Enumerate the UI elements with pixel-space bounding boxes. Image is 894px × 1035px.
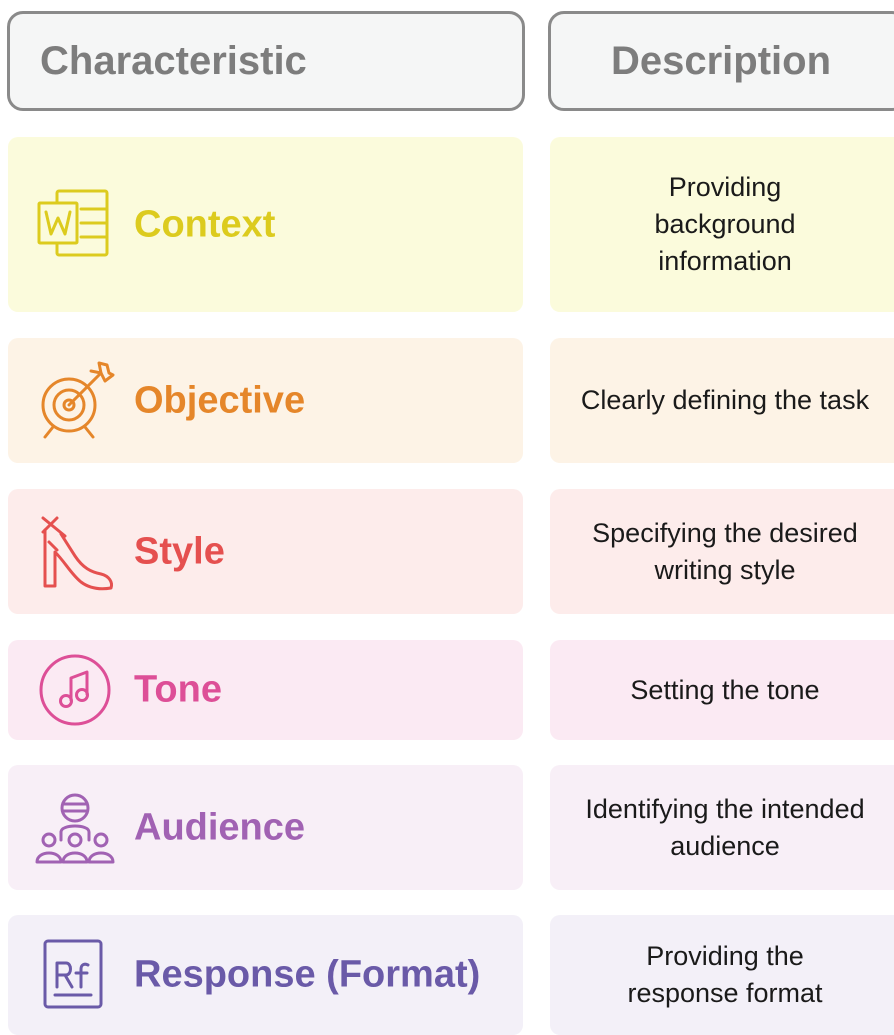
header-characteristic: Characteristic [7,11,525,111]
characteristic-cell: Audience [8,765,523,890]
row-style: Style Specifying the desired writing sty… [0,489,894,614]
description-text: Setting the tone [630,674,820,705]
characteristic-cell: Style [8,489,523,614]
description-cell: Providing background information [550,137,894,312]
characteristic-label: Context [134,203,276,245]
characteristic-cell: Context [8,137,523,312]
row-objective: Objective Clearly defining the task [0,338,894,463]
description-cell: Clearly defining the task [550,338,894,463]
characteristic-label: Style [134,530,225,572]
description-cell: Providing the response format [550,915,894,1035]
characteristic-label: Response (Format) [134,953,481,996]
characteristic-cell: Response (Format) [8,915,523,1035]
description-text: Clearly defining the task [580,385,870,415]
description-cell: Identifying the intended audience [550,765,894,890]
description-text: Providing the response format [627,941,823,1008]
description-cell: Specifying the desired writing style [550,489,894,614]
target-arrow-icon [32,358,118,444]
row-context: Context Providing background information [0,137,894,312]
characteristic-label: Objective [134,379,306,421]
characteristic-cell: Tone [8,640,523,740]
header-description-label: Description [610,38,832,83]
high-heel-shoe-icon [32,509,118,595]
rf-format-icon [32,932,118,1018]
row-tone: Tone Setting the tone [0,640,894,740]
description-text: Specifying the desired writing style [592,517,858,585]
word-document-icon [32,182,118,268]
description-cell: Setting the tone [550,640,894,740]
characteristic-label: Tone [134,668,222,711]
row-response-format: Response (Format) Providing the response… [0,915,894,1035]
description-text: Identifying the intended audience [585,793,865,861]
row-audience: Audience Identifying the intended audien… [0,765,894,890]
characteristic-label: Audience [134,806,306,848]
header-characteristic-label: Characteristic [40,38,307,83]
music-note-circle-icon [32,647,118,733]
audience-group-icon [32,785,118,871]
description-text: Providing background information [654,172,796,276]
header-description: Description [548,11,894,111]
characteristic-cell: Objective [8,338,523,463]
